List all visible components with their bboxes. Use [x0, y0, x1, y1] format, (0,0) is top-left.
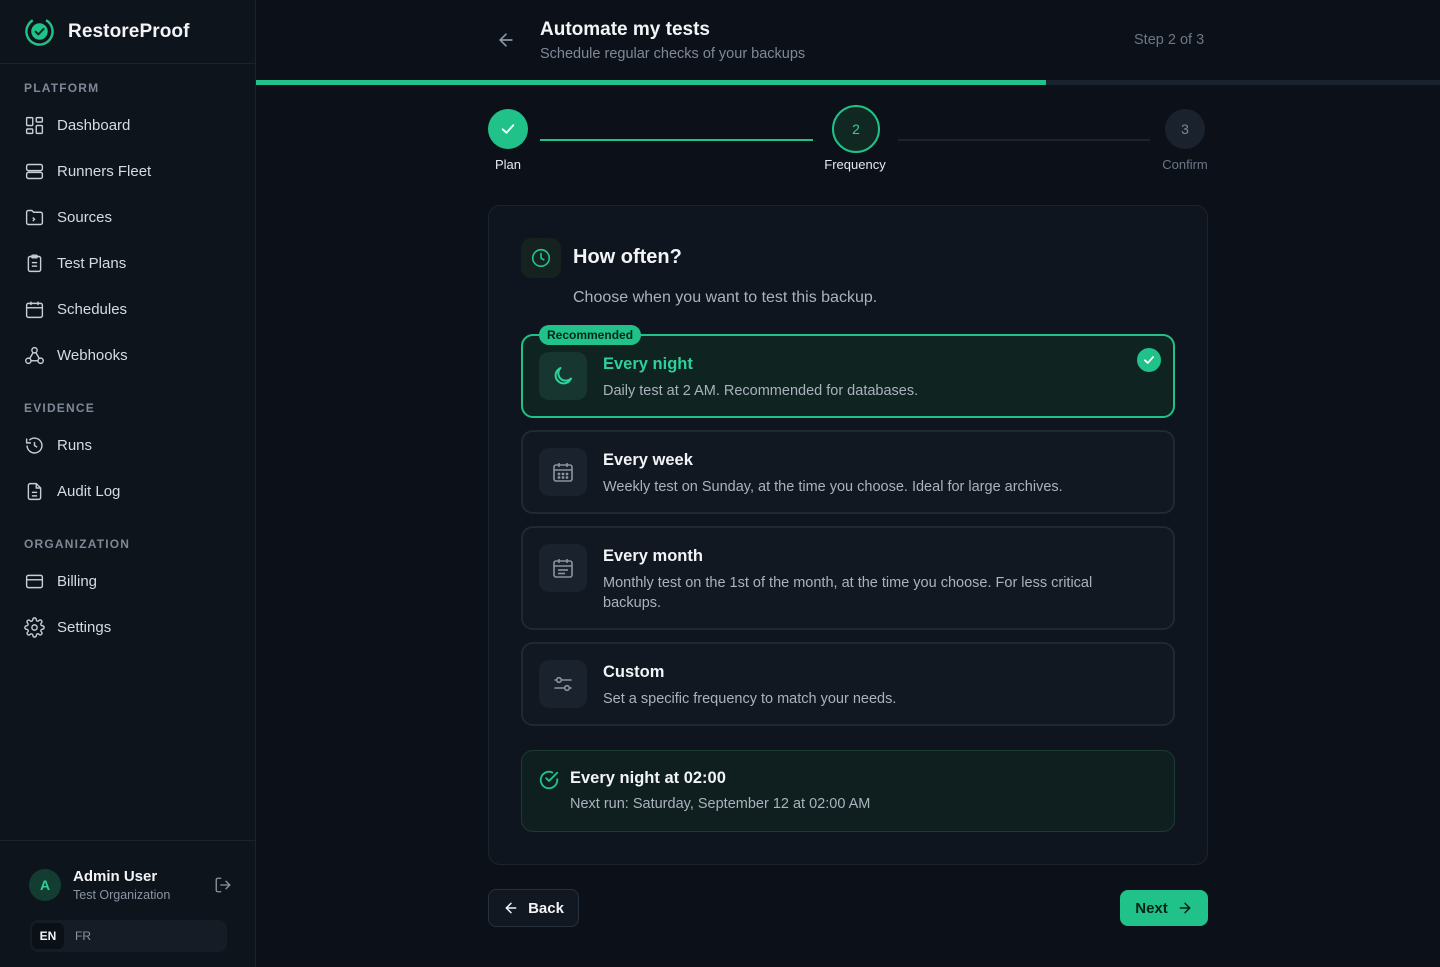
lang-en-button[interactable]: EN: [32, 923, 64, 949]
sidebar-item-test-plans[interactable]: Test Plans: [24, 251, 126, 275]
next-run-text: Next run: Saturday, September 12 at 02:0…: [570, 796, 871, 812]
file-text-icon: [27, 482, 42, 500]
option-every-week[interactable]: Every week Weekly test on Sunday, at the…: [521, 430, 1175, 514]
page-subtitle: Schedule regular checks of your backups: [540, 46, 806, 62]
logout-icon[interactable]: [214, 876, 232, 894]
sidebar-item-label: Runs: [57, 436, 93, 454]
option-description: Set a specific frequency to match your n…: [603, 691, 897, 707]
option-title: Every month: [603, 547, 703, 565]
calendar-month-icon: [553, 559, 573, 578]
sidebar-item-label: Billing: [57, 572, 98, 590]
sidebar-item-label: Sources: [57, 208, 113, 226]
back-button-label: Back: [528, 899, 564, 917]
stepper-connector-upcoming: [898, 139, 1150, 141]
sidebar-item-settings[interactable]: Settings: [24, 615, 111, 639]
option-title: Custom: [603, 663, 665, 681]
option-icon: [539, 352, 587, 400]
stepper-connector-done: [540, 139, 813, 141]
progress-fill: [256, 80, 1046, 85]
sidebar-item-audit-log[interactable]: Audit Log: [24, 479, 120, 503]
option-description: Monthly test on the 1st of the month, at…: [603, 575, 1093, 611]
sidebar-item-label: Webhooks: [57, 346, 128, 364]
arrow-right-icon: [1179, 902, 1191, 914]
back-button[interactable]: Back: [488, 889, 579, 927]
history-icon: [25, 436, 43, 454]
option-title: Every night: [603, 355, 693, 373]
step-2-circle: 2: [832, 105, 880, 153]
user-panel: A Admin User Test Organization EN FR: [0, 840, 256, 967]
calendar-week-icon: [553, 463, 573, 482]
sidebar-item-webhooks[interactable]: Webhooks: [24, 343, 128, 367]
option-every-night[interactable]: Recommended Every night Daily test at 2 …: [521, 325, 1175, 418]
card-icon: [521, 238, 561, 278]
server-icon: [25, 163, 44, 179]
clipboard-icon: [27, 253, 42, 272]
step-1-circle: [488, 109, 528, 149]
sidebar-item-billing[interactable]: Billing: [24, 569, 97, 593]
dashboard-icon: [25, 116, 44, 134]
moon-icon: [554, 367, 572, 385]
recommended-badge: Recommended: [539, 325, 642, 345]
sidebar-item-label: Schedules: [57, 300, 128, 318]
sidebar-item-dashboard[interactable]: Dashboard: [24, 113, 130, 137]
option-custom[interactable]: Custom Set a specific frequency to match…: [521, 642, 1175, 726]
clock-icon: [531, 248, 551, 268]
section-title-platform: PLATFORM: [24, 81, 100, 95]
sidebar-item-label: Audit Log: [57, 482, 121, 500]
next-button[interactable]: Next: [1120, 890, 1208, 926]
progress-bar: [256, 80, 1440, 85]
sliders-icon: [554, 676, 572, 692]
step-2-label: Frequency: [824, 157, 886, 172]
sidebar-item-label: Dashboard: [57, 116, 131, 134]
option-icon: [539, 448, 587, 496]
option-description: Weekly test on Sunday, at the time you c…: [603, 479, 1063, 495]
step-indicator: Step 2 of 3: [1134, 32, 1205, 48]
webhook-icon: [25, 346, 44, 364]
avatar[interactable]: A: [29, 869, 61, 901]
option-description: Daily test at 2 AM. Recommended for data…: [603, 383, 919, 399]
brand[interactable]: RestoreProof: [0, 0, 255, 64]
selected-check-icon: [1137, 348, 1161, 372]
option-icon: [539, 544, 587, 592]
sidebar-item-label: Runners Fleet: [57, 162, 152, 180]
page-title: Automate my tests: [540, 19, 710, 40]
user-name: Admin User: [73, 868, 158, 885]
next-button-label: Next: [1135, 899, 1168, 917]
check-circle-icon: [539, 770, 559, 790]
option-every-month[interactable]: Every month Monthly test on the 1st of t…: [521, 526, 1175, 630]
schedule-summary: Every night at 02:00 Next run: Saturday,…: [521, 750, 1175, 832]
sidebar-item-runs[interactable]: Runs: [24, 433, 92, 457]
sidebar-item-schedules[interactable]: Schedules: [24, 297, 127, 321]
option-icon: [539, 660, 587, 708]
section-title-organization: ORGANIZATION: [24, 537, 131, 551]
language-switch: EN FR: [30, 920, 227, 952]
card-description: Choose when you want to test this backup…: [573, 289, 878, 306]
user-org: Test Organization: [73, 888, 171, 902]
option-title: Every week: [603, 451, 693, 469]
section-title-evidence: EVIDENCE: [24, 401, 95, 415]
check-icon: [501, 124, 515, 134]
step-3-label: Confirm: [1162, 157, 1208, 172]
sidebar: RestoreProof PLATFORM Dashboard Runners …: [0, 0, 256, 967]
step-1-label: Plan: [494, 157, 522, 172]
brand-name: RestoreProof: [68, 20, 190, 42]
frequency-card: How often? Choose when you want to test …: [488, 205, 1208, 865]
back-arrow-icon[interactable]: [496, 30, 516, 50]
sidebar-item-label: Settings: [57, 618, 112, 636]
sidebar-item-runners-fleet[interactable]: Runners Fleet: [24, 159, 151, 183]
card-title: How often?: [573, 246, 682, 268]
folder-icon: [25, 209, 44, 225]
check-circle-logo-icon: [25, 17, 54, 46]
lang-fr-button[interactable]: FR: [68, 923, 98, 949]
sidebar-item-label: Test Plans: [57, 254, 127, 272]
step-3-circle: 3: [1165, 109, 1205, 149]
credit-card-icon: [25, 574, 44, 588]
arrow-left-icon: [505, 902, 517, 914]
summary-title: Every night at 02:00: [570, 769, 726, 787]
gear-icon: [24, 616, 45, 638]
calendar-icon: [25, 301, 44, 318]
sidebar-item-sources[interactable]: Sources: [24, 205, 112, 229]
